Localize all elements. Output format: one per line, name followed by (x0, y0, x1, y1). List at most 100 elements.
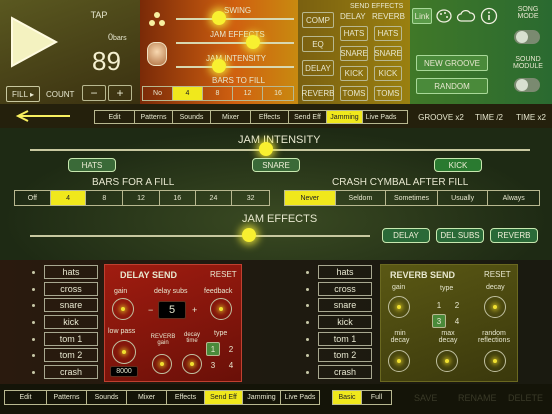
palette-icon[interactable] (436, 8, 452, 24)
fill-button[interactable]: FILL ▸ (6, 86, 40, 102)
tab-edit[interactable]: Edit (95, 111, 135, 123)
tab-mixer[interactable]: Mixer (127, 391, 167, 404)
tab-mixer[interactable]: Mixer (211, 111, 251, 123)
reverb-type-3[interactable]: 3 (432, 314, 446, 328)
delay-subs-minus[interactable]: − (148, 305, 153, 315)
decay-time-knob[interactable] (182, 354, 202, 374)
bars-to-fill-option[interactable]: 16 (263, 87, 293, 100)
random-button[interactable]: RANDOM (416, 78, 488, 94)
swing-slider[interactable] (176, 18, 294, 20)
tab-jamming[interactable]: Jamming (243, 391, 281, 404)
groove-x2-button[interactable]: GROOVE x2 (416, 110, 466, 124)
instrument-crash-right[interactable]: crash (318, 365, 372, 379)
reverb-send-gain-knob[interactable] (388, 296, 410, 318)
tab-sounds[interactable]: Sounds (173, 111, 211, 123)
instrument-snare-right[interactable]: snare (318, 298, 372, 312)
delay-type-1[interactable]: 1 (206, 342, 220, 356)
delay-gain-knob[interactable] (112, 298, 134, 320)
jam-del-subs-button[interactable]: DEL SUBS (436, 228, 484, 243)
reverb-type-4[interactable]: 4 (450, 314, 464, 328)
instrument-cross[interactable]: cross (44, 282, 98, 296)
kick-button[interactable]: KICK (434, 158, 482, 172)
reverb-gain-knob[interactable] (152, 354, 172, 374)
jam-delay-button[interactable]: DELAY (382, 228, 430, 243)
fill-option[interactable]: 8 (86, 191, 124, 205)
reverb-button[interactable]: REVERB (302, 85, 334, 101)
send-delay-kick[interactable]: KICK (340, 66, 368, 81)
sound-module-toggle[interactable] (514, 78, 540, 92)
jam-intensity-main-slider[interactable] (30, 149, 530, 151)
instrument-kick[interactable]: kick (44, 315, 98, 329)
save-button[interactable]: SAVE (414, 393, 437, 403)
instrument-tom2-right[interactable]: tom 2 (318, 348, 372, 362)
link-button[interactable]: Link (412, 8, 432, 24)
send-delay-toms[interactable]: TOMS (340, 86, 368, 101)
jam-reverb-button[interactable]: REVERB (490, 228, 538, 243)
crash-option[interactable]: Never (285, 191, 336, 205)
send-delay-hats[interactable]: HATS (340, 26, 368, 41)
fill-option[interactable]: Off (15, 191, 51, 205)
view-basic[interactable]: Basic (333, 391, 363, 404)
crash-cymbal-selector[interactable]: Never Seldom Sometimes Usually Always (284, 190, 540, 206)
song-mode-toggle[interactable] (514, 30, 540, 44)
low-pass-knob[interactable] (112, 340, 136, 364)
tab-live-pads[interactable]: Live Pads (281, 391, 319, 404)
instrument-tom1-right[interactable]: tom 1 (318, 332, 372, 346)
instrument-snare[interactable]: snare (44, 298, 98, 312)
tab-effects[interactable]: Effects (167, 391, 205, 404)
instrument-cross-right[interactable]: cross (318, 282, 372, 296)
random-reflections-knob[interactable] (484, 350, 506, 372)
eq-button[interactable]: EQ (302, 36, 334, 52)
swing-knob[interactable] (212, 11, 226, 25)
instrument-kick-right[interactable]: kick (318, 315, 372, 329)
tab-patterns[interactable]: Patterns (47, 391, 87, 404)
tab-patterns[interactable]: Patterns (135, 111, 173, 123)
time-half-button[interactable]: TIME /2 (470, 110, 508, 124)
min-decay-knob[interactable] (388, 350, 410, 372)
fill-option[interactable]: 4 (50, 191, 87, 205)
comp-button[interactable]: COMP (302, 12, 334, 28)
drummer-icon[interactable] (148, 10, 166, 28)
new-groove-button[interactable]: NEW GROOVE (416, 55, 488, 71)
tab-edit[interactable]: Edit (5, 391, 47, 404)
bars-to-fill-option[interactable]: No (143, 87, 173, 100)
send-reverb-snare[interactable]: SNARE (374, 46, 402, 61)
fill-option[interactable]: 16 (160, 191, 196, 205)
rename-button[interactable]: RENAME (458, 393, 497, 403)
avatar[interactable] (147, 42, 167, 66)
send-reverb-kick[interactable]: KICK (374, 66, 402, 81)
jam-effects-slider[interactable] (176, 42, 294, 44)
time-x2-button[interactable]: TIME x2 (512, 110, 550, 124)
jam-intensity-main-knob[interactable] (259, 142, 273, 156)
fill-option[interactable]: 12 (123, 191, 160, 205)
bars-to-fill-option[interactable]: 4 (173, 87, 203, 100)
tab-jamming[interactable]: Jamming (327, 111, 363, 123)
tab-effects[interactable]: Effects (251, 111, 289, 123)
delay-type-2[interactable]: 2 (224, 342, 238, 356)
tempo-plus-button[interactable]: + (108, 85, 132, 101)
tab-send-eff[interactable]: Send Eff (289, 111, 327, 123)
view-mode-selector[interactable]: Basic Full (332, 390, 392, 405)
bars-to-fill-option[interactable]: 12 (233, 87, 263, 100)
fill-option[interactable]: 32 (232, 191, 269, 205)
crash-option[interactable]: Usually (438, 191, 489, 205)
jam-effects-main-knob[interactable] (242, 228, 256, 242)
tempo-minus-button[interactable]: − (82, 85, 106, 101)
tab-sounds[interactable]: Sounds (87, 391, 127, 404)
jam-effects-knob[interactable] (246, 35, 260, 49)
send-reverb-hats[interactable]: HATS (374, 26, 402, 41)
view-full[interactable]: Full (362, 391, 391, 404)
play-icon[interactable] (8, 14, 60, 70)
tempo-display[interactable]: 89 (92, 46, 121, 77)
crash-option[interactable]: Seldom (336, 191, 387, 205)
jam-effects-main-slider[interactable] (30, 235, 370, 237)
delay-type-3[interactable]: 3 (206, 358, 220, 372)
bars-to-fill-selector[interactable]: No 4 8 12 16 (142, 86, 294, 101)
info-icon[interactable] (480, 7, 498, 25)
send-reverb-toms[interactable]: TOMS (374, 86, 402, 101)
delay-type-4[interactable]: 4 (224, 358, 238, 372)
jam-intensity-knob[interactable] (212, 59, 226, 73)
reverb-type-1[interactable]: 1 (432, 298, 446, 312)
bottom-nav-tabs[interactable]: Edit Patterns Sounds Mixer Effects Send … (4, 390, 320, 405)
send-delay-snare[interactable]: SNARE (340, 46, 368, 61)
